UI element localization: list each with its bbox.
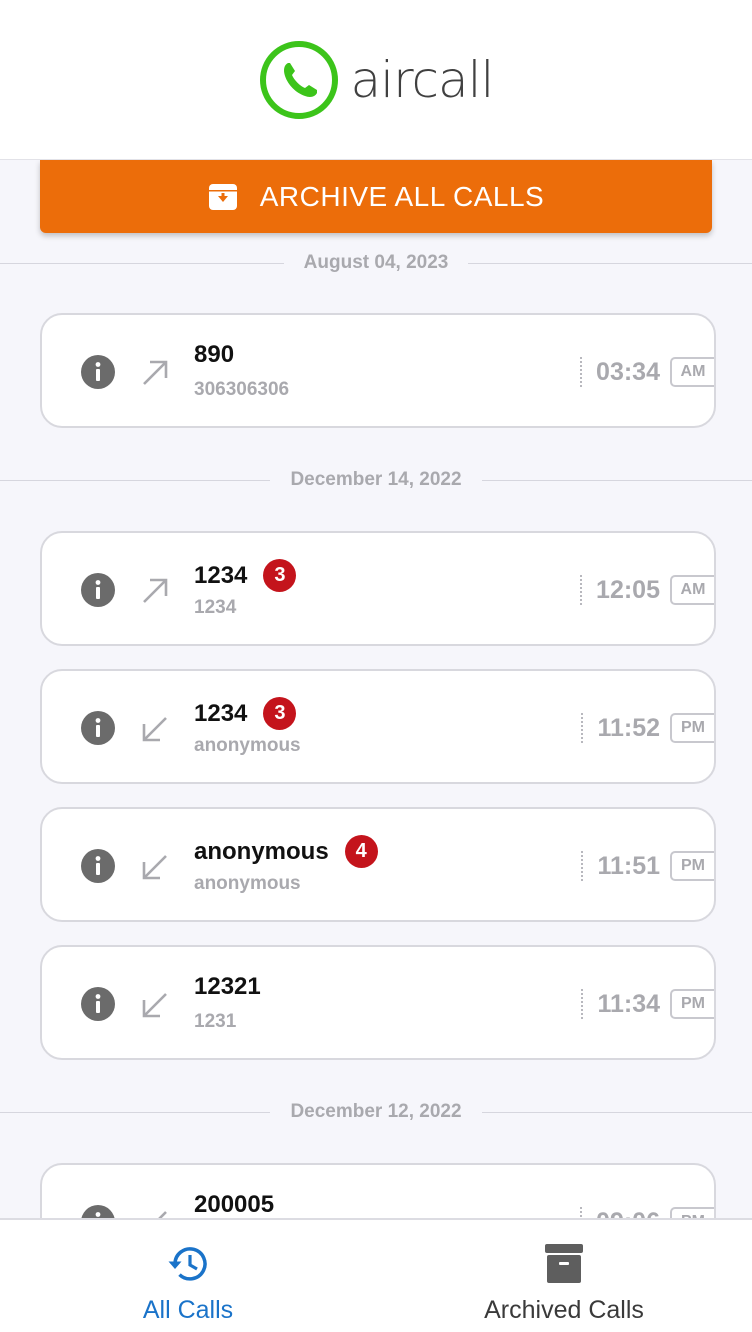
divider [580, 1207, 583, 1218]
caller-name: 200005 [194, 1191, 275, 1218]
info-icon[interactable] [80, 1204, 116, 1218]
call-time: 11:34 [597, 989, 660, 1018]
call-time: 12:05 [596, 575, 660, 604]
logo-text: aircall [350, 50, 495, 109]
outgoing-call-arrow-icon [143, 578, 168, 603]
info-icon[interactable] [80, 848, 116, 884]
archive-box-icon [545, 1244, 583, 1283]
tab-label: All Calls [142, 1296, 234, 1324]
call-item[interactable]: 1234 3 anonymous 11:52 PM [40, 669, 716, 784]
phone-logo-icon [259, 40, 338, 119]
archive-box-download-icon [208, 183, 237, 210]
divider [581, 713, 584, 743]
call-item[interactable]: anonymous 4 anonymous 11:51 PM [40, 807, 716, 922]
caller-name: 12321 [194, 973, 261, 1000]
caller-name: 1234 [194, 561, 248, 589]
missed-count-badge: 3 [263, 697, 297, 730]
caller-number: 1231 [194, 1011, 237, 1032]
call-time: 11:52 [597, 713, 660, 742]
date-separator: August 04, 2023 [0, 251, 752, 275]
call-time: 11:51 [597, 851, 660, 880]
incoming-call-arrow-icon [142, 993, 167, 1018]
am-pm-label: AM [670, 575, 714, 605]
info-icon[interactable] [80, 986, 116, 1022]
bottom-tab-bar: All Calls Archived Calls [0, 1218, 752, 1332]
date-separator: December 14, 2022 [0, 468, 752, 492]
call-list-area[interactable]: ARCHIVE ALL CALLS August 04, 2023 890 30… [0, 160, 752, 1218]
am-pm-label: PM [670, 851, 714, 881]
date-separator: December 12, 2022 [0, 1100, 752, 1124]
archive-all-label: ARCHIVE ALL CALLS [259, 180, 545, 212]
caller-number: 306306306 [194, 379, 290, 400]
aircall-logo: aircall [259, 40, 494, 120]
info-icon[interactable] [80, 572, 116, 608]
call-time: 09:06 [596, 1208, 660, 1219]
am-pm-label: AM [670, 357, 714, 387]
missed-count-badge: 4 [344, 835, 378, 868]
date-label: August 04, 2023 [303, 252, 449, 273]
tab-archived-calls[interactable]: Archived Calls [376, 1220, 752, 1332]
caller-name: 890 [194, 341, 235, 368]
am-pm-label: PM [670, 713, 714, 743]
date-label: December 14, 2022 [290, 469, 462, 490]
divider [581, 851, 584, 881]
archive-all-calls-button[interactable]: ARCHIVE ALL CALLS [40, 160, 712, 233]
incoming-call-arrow-icon [142, 855, 167, 880]
divider [581, 989, 584, 1019]
caller-number: anonymous [194, 873, 301, 894]
tab-label: Archived Calls [484, 1296, 644, 1324]
call-item[interactable]: 200005 09:06 PM [40, 1163, 716, 1218]
caller-number: 1234 [194, 597, 237, 618]
history-icon [168, 1247, 207, 1281]
caller-name: 1234 [194, 699, 248, 727]
missed-count-badge: 3 [263, 559, 297, 592]
call-item[interactable]: 12321 1231 11:34 PM [40, 945, 716, 1060]
date-label: December 12, 2022 [290, 1101, 462, 1122]
app-header: aircall [0, 0, 752, 160]
outgoing-call-arrow-icon [143, 360, 168, 385]
am-pm-label: PM [670, 1207, 714, 1218]
am-pm-label: PM [670, 989, 714, 1019]
caller-name: anonymous [194, 837, 329, 865]
call-item[interactable]: 1234 3 1234 12:05 AM [40, 531, 716, 646]
divider [580, 575, 583, 605]
call-item[interactable]: 890 306306306 03:34 AM [40, 313, 716, 428]
call-time: 03:34 [596, 357, 660, 386]
tab-all-calls[interactable]: All Calls [0, 1220, 376, 1332]
divider [580, 357, 583, 387]
info-icon[interactable] [80, 354, 116, 390]
caller-number: anonymous [194, 735, 301, 756]
incoming-call-arrow-icon [142, 1211, 167, 1218]
incoming-call-arrow-icon [142, 717, 167, 742]
info-icon[interactable] [80, 710, 116, 746]
